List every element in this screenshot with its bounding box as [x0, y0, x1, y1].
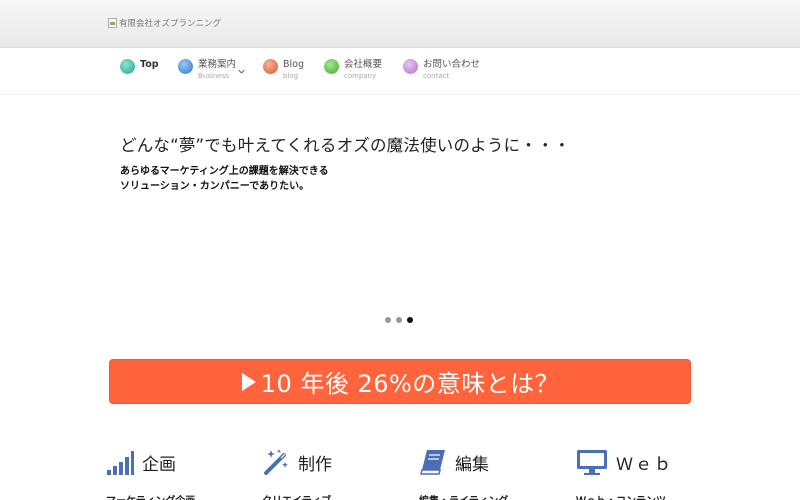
site-logo-alt-text: 有限会社オズプランニング [119, 19, 222, 29]
nav-item-sublabel: Business [198, 72, 229, 80]
service-subtitle: マーケティング企画 [106, 492, 195, 500]
service-title: 企画 [142, 454, 176, 475]
nav-item-label: お問い合わせ [423, 59, 481, 70]
banner-content: 10 年後 26%の意味とは？ [241, 364, 560, 399]
monitor-icon [577, 450, 607, 475]
site-header: 有限会社オズプランニング [0, 0, 800, 48]
service-title: 制作 [298, 454, 332, 475]
feature-banner[interactable]: 10 年後 26%の意味とは？ [109, 359, 691, 404]
nav-item-label: 業務案内 [198, 59, 237, 70]
nav-contact-icon [403, 59, 418, 74]
nav-item-blog[interactable]: Blog blog [263, 58, 304, 88]
service-web[interactable]: Ｗｅｂ [576, 448, 673, 476]
hero-subtitle-line: ソリューション・カンパニーでありたい。 [120, 181, 310, 192]
nav-item-contact[interactable]: お問い合わせ contact [403, 58, 480, 88]
nav-blog-icon [263, 59, 278, 74]
hero-slider: どんな“夢”でも叶えてくれるオズの魔法使いのように・・・ あらゆるマーケティング… [0, 96, 800, 336]
magic-wand-icon [264, 449, 288, 475]
nav-item-company[interactable]: 会社概要 company [324, 58, 382, 88]
services-section: 企画 マーケティング企画 制作 クリエイティブ 編集 編集・ライティング Ｗｅｂ [0, 440, 800, 500]
main-nav: Top 業務案内 Business Blog blog 会社概要 company… [0, 49, 800, 95]
service-production[interactable]: 制作 [262, 448, 332, 476]
nav-top-icon [120, 59, 135, 74]
hero-subtitle-line: あらゆるマーケティング上の課題を解決できる [120, 166, 329, 177]
book-icon [420, 450, 445, 475]
nav-item-business[interactable]: 業務案内 Business [178, 58, 236, 88]
banner-text: 10 年後 26%の意味とは？ [260, 370, 560, 398]
site-logo-link[interactable]: 有限会社オズプランニング [108, 16, 221, 30]
bar-chart-icon [107, 451, 134, 475]
nav-company-icon [324, 59, 339, 74]
chevron-down-icon[interactable] [238, 68, 245, 75]
hero-subtitle: あらゆるマーケティング上の課題を解決できる ソリューション・カンパニーでありたい… [120, 164, 329, 194]
service-subtitle: 編集・ライティング [419, 492, 508, 500]
service-planning[interactable]: 企画 [106, 448, 176, 476]
broken-image-icon [108, 18, 117, 28]
nav-business-icon [178, 59, 193, 74]
nav-item-label: Top [140, 59, 159, 70]
service-subtitle: クリエイティブ [262, 492, 331, 500]
nav-item-label: Blog [283, 59, 304, 70]
hero-title: どんな“夢”でも叶えてくれるオズの魔法使いのように・・・ [120, 136, 571, 155]
play-triangle-icon [241, 372, 256, 391]
service-editing[interactable]: 編集 [419, 448, 489, 476]
service-subtitle: Ｗｅｂ・コンテンツ [576, 492, 666, 500]
nav-item-sublabel: company [344, 72, 377, 80]
service-title: Ｗｅｂ [616, 454, 673, 475]
slider-pagination [385, 317, 413, 323]
slider-dot-active[interactable] [407, 317, 413, 323]
slider-dot[interactable] [396, 317, 402, 323]
nav-item-sublabel: blog [283, 72, 299, 80]
slider-dot[interactable] [385, 317, 391, 323]
service-title: 編集 [455, 454, 489, 475]
nav-item-label: 会社概要 [344, 59, 383, 70]
nav-item-sublabel: contact [423, 72, 450, 80]
nav-item-top[interactable]: Top [120, 58, 159, 88]
